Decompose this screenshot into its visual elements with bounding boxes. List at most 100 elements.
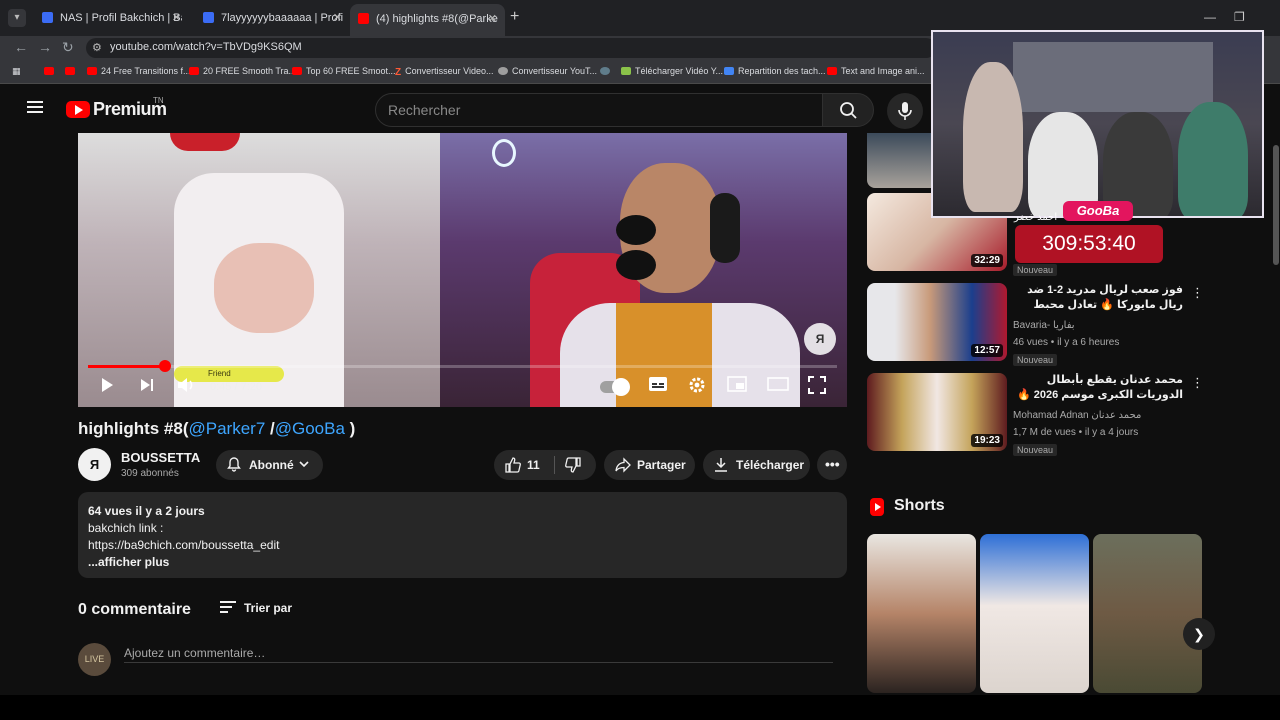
title-separator: / xyxy=(265,419,275,438)
minimize-button[interactable]: — xyxy=(1204,10,1216,24)
dislike-thumb-icon[interactable] xyxy=(564,456,582,474)
title-text: highlights #8( xyxy=(78,419,189,438)
progress-bar[interactable] xyxy=(88,360,837,372)
shorts-icon xyxy=(870,498,884,516)
like-divider xyxy=(554,456,555,474)
back-arrow-icon[interactable]: ← xyxy=(14,39,28,55)
microphone-icon xyxy=(898,102,912,120)
search-button[interactable] xyxy=(822,93,874,127)
browser-tab-1[interactable]: NAS | Profil Bakchich | Bakchich ✕ xyxy=(34,8,189,30)
miniplayer-icon[interactable] xyxy=(727,376,747,392)
youtube-icon xyxy=(292,67,302,75)
channel-watermark[interactable]: Я xyxy=(804,323,836,355)
add-comment-input[interactable] xyxy=(124,643,833,663)
shorts-next-arrow-icon[interactable]: ❯ xyxy=(1183,618,1215,650)
subathon-timer: 309:53:40 xyxy=(1015,225,1163,263)
channel-name[interactable]: Mohamad Adnan محمد عدنان xyxy=(1013,410,1141,421)
mention-link-gooba[interactable]: @GooBa xyxy=(275,419,345,438)
volume-icon[interactable] xyxy=(176,376,196,394)
bookmark-label: 24 Free Transitions f... xyxy=(101,66,191,76)
short-thumbnail-3[interactable] xyxy=(1093,534,1202,693)
mention-link-parker7[interactable]: @Parker7 xyxy=(189,419,266,438)
bookmark-label: Convertisseur Video... xyxy=(405,66,494,76)
apps-grid-icon[interactable]: ▦ xyxy=(12,66,21,77)
user-avatar[interactable]: LIVE xyxy=(78,643,111,676)
scrollbar-thumb[interactable] xyxy=(1273,145,1279,265)
theater-mode-icon[interactable] xyxy=(767,376,789,392)
bookmark-youtube-1[interactable] xyxy=(44,66,58,76)
tab-close-icon[interactable]: ✕ xyxy=(172,11,181,24)
youtube-icon xyxy=(44,67,54,75)
video-title[interactable]: فوز صعب لريال مدريد 2-1 ضد ريال مايوركا … xyxy=(1013,283,1183,314)
video-thumbnail[interactable]: 12:57 xyxy=(867,283,1007,361)
channel-name[interactable]: Bavaria- بفاريا xyxy=(1013,320,1075,331)
forward-arrow-icon[interactable]: → xyxy=(38,39,52,55)
fullscreen-icon[interactable] xyxy=(808,376,826,394)
bookmark-item[interactable]: Convertisseur YouT... xyxy=(498,66,597,76)
maximize-button[interactable]: ❐ xyxy=(1234,10,1245,24)
subscribed-button[interactable]: Abonné xyxy=(216,450,323,480)
short-thumbnail-2[interactable] xyxy=(980,534,1089,693)
video-duration: 19:23 xyxy=(971,434,1003,447)
bookmark-item[interactable]: 20 FREE Smooth Tra... xyxy=(189,66,296,76)
related-video-2[interactable]: 12:57 فوز صعب لريال مدريد 2-1 ضد ريال ما… xyxy=(867,283,1204,366)
browser-tab-2[interactable]: 7layyyyyybaaaaaa | Profil Bakchich ✕ xyxy=(195,8,350,30)
download-button[interactable]: Télécharger xyxy=(703,450,810,480)
sort-by-button[interactable]: Trier par xyxy=(244,601,292,615)
page-scrollbar[interactable] xyxy=(1272,85,1280,695)
description-link[interactable]: https://ba9chich.com/boussetta_edit xyxy=(88,537,837,554)
bookmark-item[interactable]: 24 Free Transitions f... xyxy=(87,66,191,76)
show-more-link[interactable]: ...afficher plus xyxy=(88,554,837,571)
youtube-favicon-icon xyxy=(358,13,369,24)
search-input[interactable] xyxy=(388,100,808,120)
tab-search-button[interactable]: ▾ xyxy=(8,9,26,27)
play-icon[interactable] xyxy=(98,376,116,394)
bookmark-item[interactable]: Top 60 FREE Smoot... xyxy=(292,66,396,76)
new-badge: Nouveau xyxy=(1013,354,1058,366)
description-box[interactable]: 64 vues il y a 2 jours bakchich link : h… xyxy=(78,492,847,578)
site-info-icon[interactable]: ⚙ xyxy=(92,41,102,54)
like-thumb-icon[interactable] xyxy=(504,456,522,474)
sort-icon[interactable] xyxy=(220,601,236,613)
channel-name[interactable]: BOUSSETTA xyxy=(121,450,200,465)
bookmark-item[interactable]: Text and Image ani... xyxy=(827,66,925,76)
more-actions-button[interactable]: ••• xyxy=(817,450,847,480)
bookmark-item[interactable] xyxy=(600,66,614,76)
reload-icon[interactable]: ↻ xyxy=(62,39,74,56)
bookmark-item[interactable]: Z Convertisseur Video... xyxy=(395,66,494,78)
tab-close-icon[interactable]: ✕ xyxy=(488,12,497,25)
youtube-logo-icon[interactable] xyxy=(66,101,90,118)
video-duration: 32:29 xyxy=(971,254,1003,267)
tab-close-icon[interactable]: ✕ xyxy=(333,11,342,24)
tab-label: (4) highlights #8(@Parker7 /@GooBa ) xyxy=(376,13,498,25)
progress-scrubber[interactable] xyxy=(158,360,171,372)
video-title[interactable]: محمد عدنان يقطع بأبطال الدوريات الكبرى م… xyxy=(1013,373,1183,403)
short-thumbnail-1[interactable] xyxy=(867,534,976,693)
autoplay-toggle[interactable] xyxy=(600,378,630,396)
channel-avatar[interactable]: Я xyxy=(78,448,111,481)
menu-hamburger-icon[interactable] xyxy=(27,101,43,113)
video-thumbnail[interactable]: 19:23 xyxy=(867,373,1007,451)
next-icon[interactable] xyxy=(138,376,156,394)
youtube-icon xyxy=(87,67,97,75)
url-text[interactable]: youtube.com/watch?v=TbVDg9KS6QM xyxy=(110,41,302,53)
title-suffix: ) xyxy=(344,419,356,438)
browser-tab-3-active[interactable]: (4) highlights #8(@Parker7 /@GooBa ) ✕ xyxy=(350,4,505,36)
share-button[interactable]: Partager xyxy=(604,450,695,480)
video-stats: 1,7 M de vues • il y a 4 jours xyxy=(1013,427,1139,438)
omnibox[interactable]: ⚙ youtube.com/watch?v=TbVDg9KS6QM xyxy=(86,38,936,58)
voice-search-button[interactable] xyxy=(887,93,923,129)
subtitles-icon[interactable] xyxy=(648,376,668,392)
video-player[interactable]: Friend Я 0:45 / 7:20 xyxy=(78,133,847,407)
video-duration: 12:57 xyxy=(971,344,1003,357)
settings-gear-icon[interactable] xyxy=(688,376,706,394)
more-vert-icon[interactable]: ⋮ xyxy=(1191,285,1204,301)
bookmark-item[interactable]: Repartition des tach... xyxy=(724,66,826,76)
bookmark-youtube-2[interactable] xyxy=(65,66,79,76)
new-badge: Nouveau xyxy=(1013,444,1058,456)
related-video-3[interactable]: 19:23 محمد عدنان يقطع بأبطال الدوريات ال… xyxy=(867,373,1204,456)
new-tab-button[interactable]: + xyxy=(510,8,519,26)
bookmark-item[interactable]: Télécharger Vidéo Y... xyxy=(621,66,723,76)
progress-fill xyxy=(88,365,165,368)
more-vert-icon[interactable]: ⋮ xyxy=(1191,375,1204,391)
